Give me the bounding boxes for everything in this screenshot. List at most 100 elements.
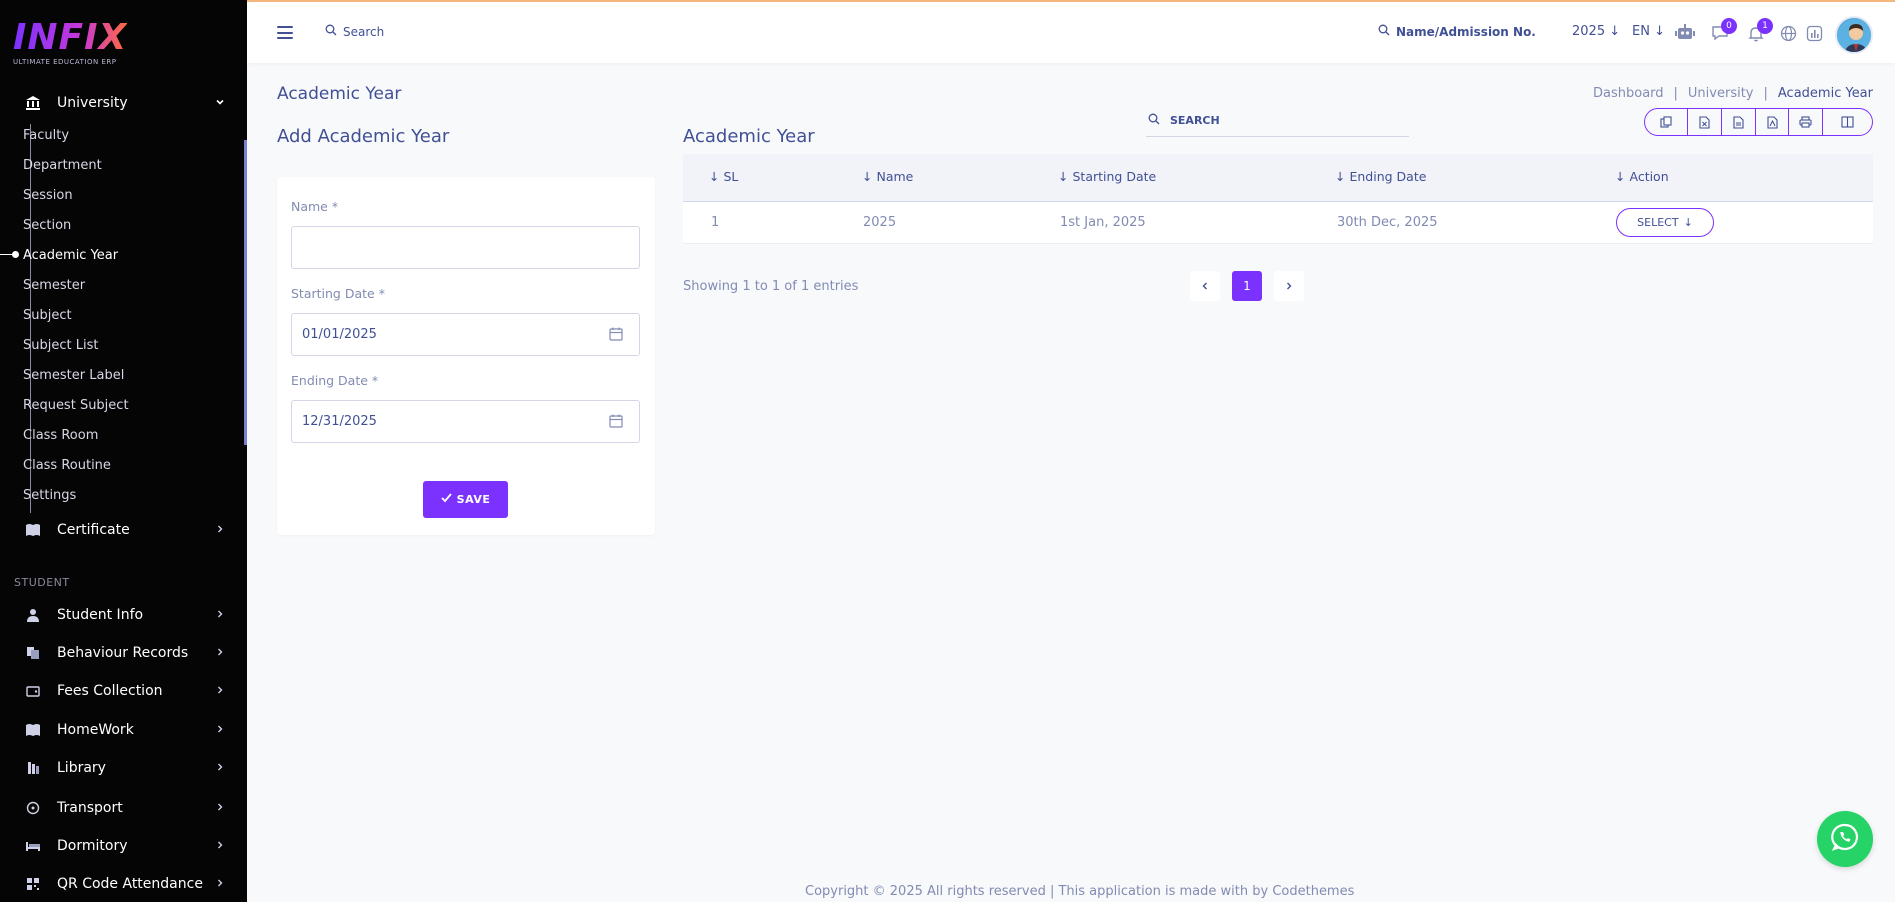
arrow-down-icon: ↓ (1609, 24, 1621, 39)
search-icon (325, 24, 337, 39)
add-form-heading: Add Academic Year (277, 126, 450, 147)
sidebar-item-session[interactable]: Session (23, 188, 73, 203)
top-bar: Search Name/Admission No. 2025 ↓ EN ↓ 0 … (247, 0, 1895, 63)
year-selector[interactable]: 2025 ↓ (1572, 24, 1620, 39)
add-academic-year-form: Name * Starting Date * 01/01/2025 Ending… (277, 177, 655, 535)
brand-tagline: ULTIMATE EDUCATION ERP (13, 58, 117, 66)
student-search[interactable]: Name/Admission No. (1378, 24, 1536, 39)
ending-date-value: 12/31/2025 (302, 414, 377, 429)
csv-icon[interactable] (1722, 109, 1756, 135)
row-action-select-button[interactable]: SELECT ↓ (1616, 208, 1714, 237)
sidebar-item-university[interactable]: University (0, 88, 247, 118)
sidebar-item-subject[interactable]: Subject (23, 308, 72, 323)
column-header-sl[interactable]: ↓ SL (709, 169, 738, 184)
column-header-label: Ending Date (1349, 169, 1427, 184)
sidebar-item-label: Certificate (57, 522, 130, 538)
columns-icon[interactable] (1823, 109, 1872, 135)
sidebar-item-class-routine[interactable]: Class Routine (23, 458, 111, 473)
sort-arrow-icon: ↓ (1058, 169, 1069, 184)
language-selector[interactable]: EN ↓ (1632, 24, 1665, 39)
chevron-right-icon (215, 724, 225, 737)
name-field[interactable] (291, 226, 640, 269)
sidebar-item-label: Academic Year (23, 248, 119, 263)
sidebar-item-department[interactable]: Department (23, 158, 102, 173)
prev-page-button[interactable] (1190, 271, 1220, 301)
robot-icon[interactable] (1674, 22, 1696, 44)
table-row: 1 2025 1st Jan, 2025 30th Dec, 2025 SELE… (683, 202, 1873, 244)
sidebar-item-qr-code-attendance[interactable]: QR Code Attendance (0, 869, 247, 899)
sidebar-item-label: Library (57, 760, 106, 776)
sidebar-item-student-info[interactable]: Student Info (0, 600, 247, 630)
whatsapp-chat-button[interactable] (1817, 811, 1873, 867)
sidebar-item-semester[interactable]: Semester (23, 278, 85, 293)
chat-icon[interactable]: 0 (1709, 18, 1737, 44)
sidebar-item-transport[interactable]: Transport (0, 793, 247, 823)
sidebar-scrollbar[interactable] (244, 140, 247, 445)
export-toolbar (1644, 108, 1873, 136)
sidebar-item-behaviour-records[interactable]: Behaviour Records (0, 638, 247, 668)
column-header-starting-date[interactable]: ↓ Starting Date (1058, 169, 1156, 184)
chevron-right-icon (215, 524, 225, 537)
sidebar-item-class-room[interactable]: Class Room (23, 428, 98, 443)
sidebar-item-faculty[interactable]: Faculty (23, 128, 69, 143)
chevron-right-icon (215, 647, 225, 660)
records-icon (24, 644, 42, 662)
globe-icon[interactable] (1777, 22, 1799, 44)
sidebar-item-certificate[interactable]: Certificate (0, 515, 247, 545)
sidebar-item-label: HomeWork (57, 722, 134, 738)
menu-toggle-icon[interactable] (277, 26, 293, 39)
qr-icon (24, 875, 42, 893)
user-avatar[interactable] (1835, 16, 1873, 54)
sidebar-item-fees-collection[interactable]: Fees Collection (0, 676, 247, 706)
starting-date-label: Starting Date * (291, 286, 385, 301)
sidebar-item-dormitory[interactable]: Dormitory (0, 831, 247, 861)
breadcrumb: Dashboard | University | Academic Year (1593, 86, 1873, 101)
sidebar-item-section[interactable]: Section (23, 218, 71, 233)
sidebar-item-subject-list[interactable]: Subject List (23, 338, 98, 353)
sidebar-item-settings[interactable]: Settings (23, 488, 76, 503)
page-button-current[interactable]: 1 (1232, 271, 1262, 301)
bell-icon[interactable]: 1 (1745, 18, 1773, 44)
calendar-icon[interactable] (609, 327, 623, 345)
sidebar-item-academic-year[interactable]: Academic Year (0, 248, 119, 263)
column-header-label: SL (723, 169, 739, 184)
ending-date-field[interactable]: 12/31/2025 (291, 400, 640, 443)
save-button[interactable]: SAVE (423, 481, 508, 518)
sidebar-item-homework[interactable]: HomeWork (0, 715, 247, 745)
sidebar-section-student: STUDENT (14, 576, 70, 589)
breadcrumb-university[interactable]: University (1688, 86, 1754, 101)
table-search-input[interactable]: SEARCH (1146, 104, 1409, 137)
breadcrumb-dashboard[interactable]: Dashboard (1593, 86, 1664, 101)
user-icon (24, 606, 42, 624)
copy-icon[interactable] (1645, 109, 1689, 135)
starting-date-field[interactable]: 01/01/2025 (291, 313, 640, 356)
pdf-icon[interactable] (1756, 109, 1790, 135)
column-header-ending-date[interactable]: ↓ Ending Date (1335, 169, 1426, 184)
list-heading: Academic Year (683, 126, 815, 147)
save-button-label: SAVE (456, 493, 491, 506)
excel-icon[interactable] (1688, 109, 1723, 135)
sidebar-item-library[interactable]: Library (0, 753, 247, 783)
calendar-icon[interactable] (609, 414, 623, 432)
arrow-down-icon: ↓ (1683, 216, 1693, 229)
breadcrumb-separator: | (1673, 86, 1678, 101)
sidebar-item-semester-label[interactable]: Semester Label (23, 368, 124, 383)
column-header-name[interactable]: ↓ Name (862, 169, 913, 184)
breadcrumb-separator: | (1763, 86, 1768, 101)
global-search[interactable]: Search (325, 24, 384, 39)
column-header-label: Name (876, 169, 914, 184)
sidebar-item-request-subject[interactable]: Request Subject (23, 398, 129, 413)
name-label: Name * (291, 199, 339, 214)
column-header-action[interactable]: ↓ Action (1615, 169, 1669, 184)
university-icon (24, 94, 42, 112)
column-header-label: Action (1629, 169, 1669, 184)
brand-logo[interactable]: INFIX ULTIMATE EDUCATION ERP (13, 18, 127, 67)
starting-date-value: 01/01/2025 (302, 327, 377, 342)
print-icon[interactable] (1789, 109, 1823, 135)
chevron-down-icon (215, 97, 225, 110)
next-page-button[interactable] (1274, 271, 1304, 301)
arrow-down-icon: ↓ (1654, 24, 1665, 39)
report-icon[interactable] (1803, 22, 1825, 44)
global-search-label: Search (343, 24, 385, 39)
search-icon (1378, 24, 1390, 39)
